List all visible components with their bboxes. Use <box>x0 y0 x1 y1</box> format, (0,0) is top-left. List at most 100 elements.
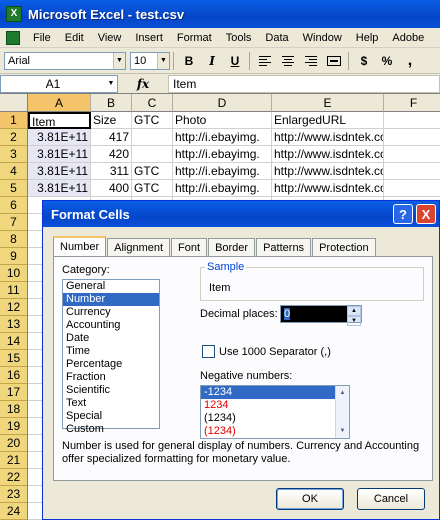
category-general[interactable]: General <box>63 280 159 293</box>
cell[interactable] <box>384 146 440 163</box>
tab-number[interactable]: Number <box>53 236 107 257</box>
category-list[interactable]: General Number Currency Accounting Date … <box>62 279 160 435</box>
cell[interactable] <box>384 163 440 180</box>
chevron-down-icon[interactable]: ▼ <box>105 80 117 87</box>
align-left-button[interactable] <box>254 51 276 71</box>
menu-view[interactable]: View <box>91 28 129 48</box>
row-header[interactable]: 15 <box>0 350 28 367</box>
align-right-button[interactable] <box>300 51 322 71</box>
row-header[interactable]: 16 <box>0 367 28 384</box>
row-header[interactable]: 21 <box>0 452 28 469</box>
row-header[interactable]: 2 <box>0 129 28 146</box>
negative-option[interactable]: 1234 <box>201 399 349 412</box>
cell[interactable]: GTC <box>132 163 173 180</box>
negative-option[interactable]: (1234) <box>201 412 349 425</box>
category-time[interactable]: Time <box>63 345 159 358</box>
menu-edit[interactable]: Edit <box>58 28 91 48</box>
category-percentage[interactable]: Percentage <box>63 358 159 371</box>
row-header[interactable]: 22 <box>0 469 28 486</box>
cancel-button[interactable]: Cancel <box>357 488 425 510</box>
cell[interactable]: GTC <box>132 180 173 197</box>
currency-style-button[interactable]: $ <box>353 51 375 71</box>
row-header[interactable]: 9 <box>0 248 28 265</box>
row-header[interactable]: 3 <box>0 146 28 163</box>
cell[interactable]: 3.81E+11 <box>28 180 91 197</box>
cell[interactable] <box>384 180 440 197</box>
chevron-down-icon[interactable]: ▼ <box>157 52 169 69</box>
ok-button[interactable]: OK <box>276 488 344 510</box>
cell[interactable]: 417 <box>91 129 132 146</box>
cell[interactable]: 420 <box>91 146 132 163</box>
category-currency[interactable]: Currency <box>63 306 159 319</box>
font-name-combo[interactable]: Arial ▼ <box>4 51 126 70</box>
column-header-d[interactable]: D <box>173 94 272 112</box>
bold-button[interactable]: B <box>178 51 200 71</box>
help-icon[interactable]: ? <box>393 204 413 224</box>
row-header[interactable]: 24 <box>0 503 28 520</box>
cell[interactable] <box>384 129 440 146</box>
cell[interactable]: 3.81E+11 <box>28 163 91 180</box>
menu-window[interactable]: Window <box>296 28 349 48</box>
row-header[interactable]: 6 <box>0 197 28 214</box>
row-header[interactable]: 12 <box>0 299 28 316</box>
row-header[interactable]: 18 <box>0 401 28 418</box>
cell[interactable] <box>132 129 173 146</box>
column-header-c[interactable]: C <box>132 94 173 112</box>
row-header[interactable]: 10 <box>0 265 28 282</box>
thousands-separator-option[interactable]: Use 1000 Separator (,) <box>202 345 331 358</box>
category-number[interactable]: Number <box>63 293 159 306</box>
name-box[interactable]: A1 ▼ <box>0 74 118 93</box>
spin-up-icon[interactable]: ▲ <box>347 306 361 316</box>
close-icon[interactable]: X <box>416 204 436 224</box>
tab-patterns[interactable]: Patterns <box>256 238 312 257</box>
row-header[interactable]: 11 <box>0 282 28 299</box>
row-header[interactable]: 8 <box>0 231 28 248</box>
tab-protection[interactable]: Protection <box>312 238 376 257</box>
list-scrollbar[interactable]: ▲ ▼ <box>335 386 349 438</box>
cell[interactable]: http://i.ebayimg. <box>173 163 272 180</box>
row-header[interactable]: 20 <box>0 435 28 452</box>
row-header[interactable]: 17 <box>0 384 28 401</box>
menu-format[interactable]: Format <box>170 28 219 48</box>
cell[interactable]: http://www.isdntek.com/imag <box>272 146 384 163</box>
cell[interactable]: 3.81E+11 <box>28 146 91 163</box>
chevron-down-icon[interactable]: ▼ <box>113 52 125 69</box>
row-header[interactable]: 14 <box>0 333 28 350</box>
cell[interactable]: http://www.isdntek.com/imag <box>272 163 384 180</box>
row-header[interactable]: 13 <box>0 316 28 333</box>
thousands-separator-checkbox[interactable] <box>202 345 215 358</box>
align-center-button[interactable] <box>277 51 299 71</box>
cell[interactable]: http://i.ebayimg. <box>173 180 272 197</box>
menu-data[interactable]: Data <box>258 28 295 48</box>
category-date[interactable]: Date <box>63 332 159 345</box>
row-header[interactable]: 19 <box>0 418 28 435</box>
percent-style-button[interactable]: % <box>376 51 398 71</box>
row-header[interactable]: 5 <box>0 180 28 197</box>
cell[interactable] <box>132 146 173 163</box>
row-header[interactable]: 4 <box>0 163 28 180</box>
category-accounting[interactable]: Accounting <box>63 319 159 332</box>
column-header-b[interactable]: B <box>91 94 132 112</box>
menu-insert[interactable]: Insert <box>128 28 170 48</box>
menu-tools[interactable]: Tools <box>219 28 259 48</box>
decimal-places-spinner[interactable]: 0 ▲ ▼ <box>280 305 362 326</box>
category-custom[interactable]: Custom <box>63 423 159 436</box>
underline-button[interactable]: U <box>224 51 246 71</box>
negative-numbers-list[interactable]: -1234 1234 (1234) (1234) ▲ ▼ <box>200 385 350 439</box>
italic-button[interactable]: I <box>201 51 223 71</box>
scroll-down-icon[interactable]: ▼ <box>336 424 349 438</box>
formula-input[interactable]: Item <box>168 74 440 93</box>
cell[interactable]: 3.81E+11 <box>28 129 91 146</box>
tab-border[interactable]: Border <box>208 238 256 257</box>
cell[interactable]: EnlargedURL <box>272 112 384 129</box>
category-scientific[interactable]: Scientific <box>63 384 159 397</box>
row-header[interactable]: 7 <box>0 214 28 231</box>
cell[interactable]: Item <box>28 112 91 129</box>
cell[interactable]: GTC <box>132 112 173 129</box>
cell[interactable]: 311 <box>91 163 132 180</box>
row-header[interactable]: 1 <box>0 112 28 129</box>
spin-down-icon[interactable]: ▼ <box>347 316 361 326</box>
comma-style-button[interactable]: , <box>399 51 421 71</box>
row-header[interactable]: 23 <box>0 486 28 503</box>
select-all-corner[interactable] <box>0 94 28 112</box>
